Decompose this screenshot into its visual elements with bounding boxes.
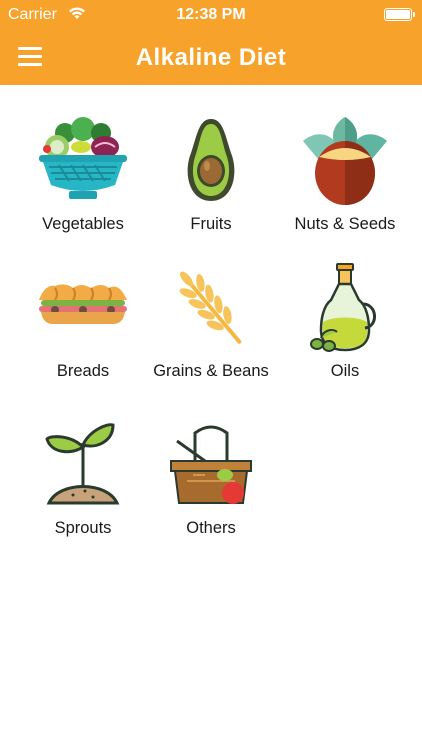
battery-icon — [384, 8, 415, 21]
page-title: Alkaline Diet — [135, 44, 287, 71]
basket-icon — [170, 425, 252, 504]
category-vegetables[interactable]: Vegetables — [13, 113, 153, 234]
category-oils[interactable]: Oils — [275, 260, 415, 381]
category-label: Others — [186, 519, 236, 537]
nut-icon — [303, 117, 387, 205]
wheat-icon — [179, 271, 242, 344]
navigation-bar: Alkaline Diet — [0, 30, 422, 85]
category-nuts-seeds[interactable]: Nuts & Seeds — [275, 113, 415, 234]
category-others[interactable]: Others — [141, 417, 281, 538]
category-label: Vegetables — [42, 215, 124, 233]
status-time: 12:38 PM — [176, 6, 246, 23]
vegetable-bowl-icon — [39, 117, 127, 199]
category-label: Sprouts — [54, 519, 112, 537]
category-label: Breads — [56, 362, 110, 380]
category-breads[interactable]: Breads — [13, 260, 153, 381]
category-label: Grains & Beans — [153, 362, 269, 380]
category-label: Fruits — [190, 215, 232, 233]
category-fruits[interactable]: Fruits — [141, 113, 281, 234]
category-sprouts[interactable]: Sprouts — [13, 417, 153, 538]
sandwich-icon — [39, 284, 127, 324]
avocado-icon — [187, 119, 235, 201]
category-label: Nuts & Seeds — [294, 215, 396, 233]
category-label: Oils — [330, 362, 360, 380]
sprout-icon — [45, 423, 120, 505]
category-grains-beans[interactable]: Grains & Beans — [141, 260, 281, 381]
status-bar: Carrier 12:38 PM — [0, 0, 422, 30]
oil-bottle-icon — [310, 263, 376, 352]
